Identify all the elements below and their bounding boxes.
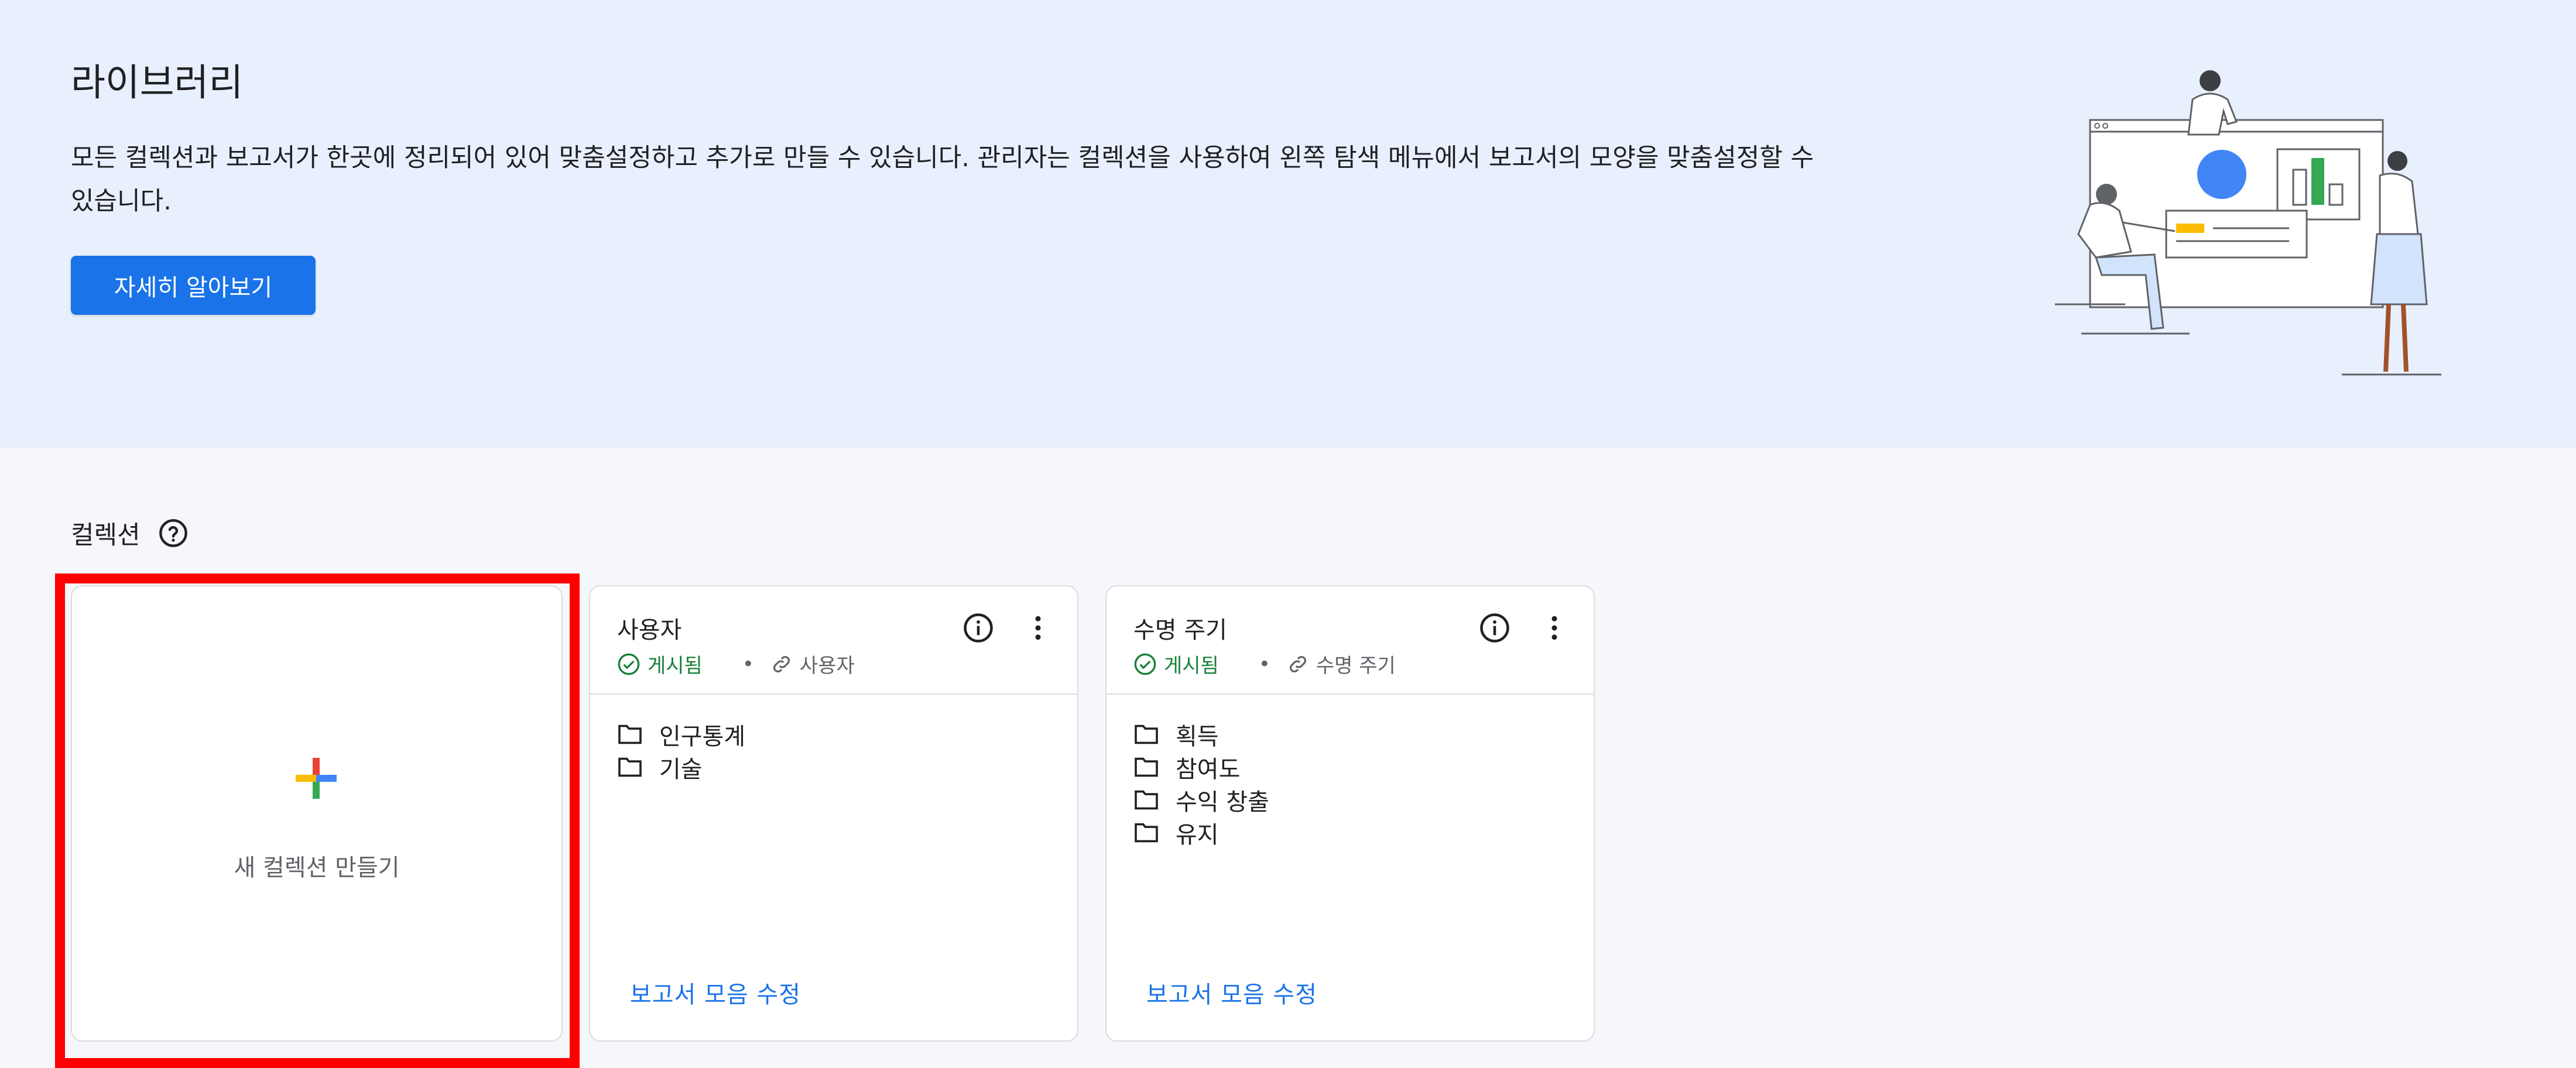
folder-icon [1135,724,1158,744]
collections-title: 컬렉션 [71,521,141,550]
folder-label: 기술 [659,756,703,783]
help-icon[interactable] [158,518,189,548]
folder-list: 획득 참여도 수익 창출 유지 [1133,718,1269,849]
card-header: 수명 주기 게시됨 • 수명 주기 [1107,586,1594,695]
collection-card-lifecycle: 수명 주기 게시됨 • 수명 주기 획득 참여도 수익 창출 유지 보고서 모음… [1105,585,1595,1042]
learn-more-button[interactable]: 자세히 알아보기 [71,256,316,315]
list-item[interactable]: 참여도 [1133,751,1269,784]
folder-list: 인구통계 기술 [617,718,745,784]
list-item[interactable]: 획득 [1133,718,1269,751]
folder-label: 참여도 [1176,756,1241,783]
edit-report-collection-link[interactable]: 보고서 모음 수정 [630,976,801,1009]
more-vert-icon[interactable] [1539,612,1570,644]
link-icon [773,655,790,672]
collection-card-users: 사용자 게시됨 • 사용자 인구통계 기술 보고서 모음 수정 [589,585,1078,1042]
folder-label: 수익 창출 [1176,789,1269,816]
separator-dot: • [1258,652,1270,676]
card-title: 사용자 [617,617,682,644]
card-meta: 게시됨 • 사용자 [617,650,855,678]
check-circle-icon [1134,653,1156,675]
card-title: 수명 주기 [1133,617,1227,644]
check-circle-icon [618,653,640,675]
folder-icon [1135,790,1158,810]
edit-report-collection-link[interactable]: 보고서 모음 수정 [1146,976,1317,1009]
folder-icon [618,724,642,744]
folder-icon [618,757,642,777]
info-icon[interactable] [1479,612,1510,644]
folder-label: 인구통계 [659,723,746,750]
linked-group: 수명 주기 [1316,654,1396,678]
more-vert-icon[interactable] [1022,612,1054,644]
page-title: 라이브러리 [71,61,244,105]
folder-icon [1135,823,1158,843]
folder-icon [1135,757,1158,777]
list-item[interactable]: 수익 창출 [1133,784,1269,816]
separator-dot: • [742,652,754,676]
list-item[interactable]: 인구통계 [617,718,745,751]
linked-group: 사용자 [799,654,855,678]
card-header: 사용자 게시됨 • 사용자 [590,586,1077,695]
highlight-frame [55,574,580,1068]
status-badge: 게시됨 [1164,654,1219,678]
list-item[interactable]: 유지 [1133,816,1269,849]
info-icon[interactable] [962,612,994,644]
card-meta: 게시됨 • 수명 주기 [1133,650,1396,678]
collections-header: 컬렉션 [71,515,189,551]
list-item[interactable]: 기술 [617,751,745,784]
library-hero-banner: 라이브러리 모든 컬렉션과 보고서가 한곳에 정리되어 있어 맞춤설정하고 추가… [0,0,2576,448]
folder-label: 유지 [1176,822,1219,849]
link-icon [1289,655,1306,672]
status-badge: 게시됨 [648,654,703,678]
collaboration-illustration [2055,70,2441,376]
hero-description: 모든 컬렉션과 보고서가 한곳에 정리되어 있어 맞춤설정하고 추가로 만들 수… [71,143,1814,216]
folder-label: 획득 [1176,723,1219,750]
